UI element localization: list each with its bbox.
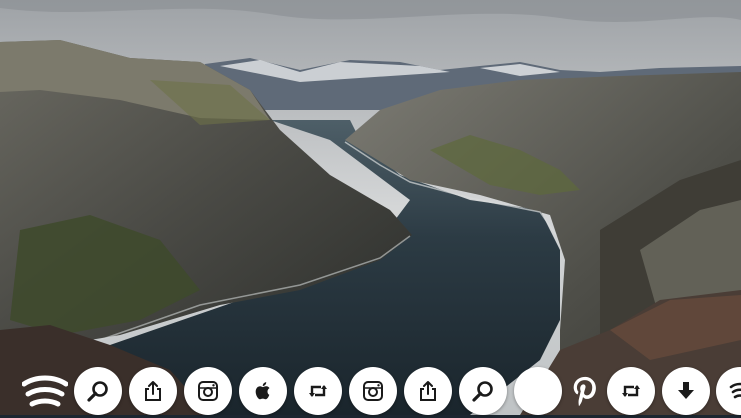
- instagram-icon: [198, 381, 218, 401]
- share-icon: [145, 381, 161, 401]
- retweet-icon: [622, 385, 640, 397]
- search-button-2[interactable]: [459, 367, 507, 415]
- search-icon: [87, 381, 108, 402]
- instagram-button-1[interactable]: [184, 367, 232, 415]
- apple-icon: [255, 382, 270, 400]
- share-button-1[interactable]: [129, 367, 177, 415]
- share-button-2[interactable]: [404, 367, 452, 415]
- search-icon: [472, 381, 493, 402]
- retweet-button-1[interactable]: [294, 367, 342, 415]
- instagram-button-2[interactable]: [349, 367, 397, 415]
- share-icon: [420, 381, 436, 401]
- blank-button[interactable]: [514, 367, 562, 415]
- pinterest-icon: [573, 376, 596, 406]
- feed-icon: [729, 382, 741, 399]
- blank-icon: [526, 379, 550, 403]
- instagram-icon: [363, 381, 383, 401]
- download-icon: [678, 382, 694, 399]
- feed-icon-left[interactable]: [21, 370, 69, 414]
- download-button[interactable]: [662, 367, 710, 415]
- retweet-button-2[interactable]: [607, 367, 655, 415]
- search-button-1[interactable]: [74, 367, 122, 415]
- fjord-background-photo: [0, 0, 741, 415]
- retweet-icon: [309, 385, 327, 397]
- apple-button[interactable]: [239, 367, 287, 415]
- feed-icon: [21, 375, 69, 407]
- pinterest-button[interactable]: [561, 367, 609, 415]
